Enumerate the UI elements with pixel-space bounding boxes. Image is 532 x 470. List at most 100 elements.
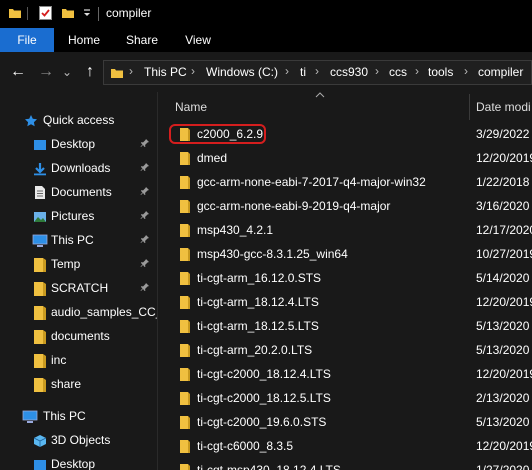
table-row[interactable]: ti-cgt-c6000_8.3.5 12/20/2019: [157, 434, 532, 458]
pin-icon: [140, 162, 150, 175]
tab-home[interactable]: Home: [56, 28, 112, 52]
properties-icon[interactable]: [38, 5, 54, 24]
date-modified: 3/16/2020: [476, 199, 530, 213]
date-modified: 12/17/2020: [476, 223, 532, 237]
back-button[interactable]: ←: [8, 62, 28, 82]
navigation-bar: ← → ⌄ ↑ › This PC › Windows (C:) › ti › …: [0, 52, 532, 92]
forward-arrow-icon: →: [38, 63, 54, 80]
sidebar-item-share[interactable]: share: [0, 373, 157, 397]
date-modified: 12/20/2019: [476, 439, 532, 453]
breadcrumb-tools[interactable]: tools: [428, 65, 453, 79]
breadcrumb-this-pc[interactable]: This PC: [144, 65, 187, 79]
date-modified: 1/27/2020: [476, 463, 530, 470]
breadcrumb-ccs[interactable]: ccs: [389, 65, 407, 79]
sidebar-item-this-pc-pinned[interactable]: This PC: [0, 229, 157, 253]
table-row[interactable]: ti-cgt-arm_18.12.5.LTS 5/13/2020: [157, 314, 532, 338]
column-date-modified[interactable]: Date modi: [476, 100, 531, 114]
file-name: ti-cgt-arm_18.12.5.LTS: [197, 319, 319, 333]
pin-icon: [140, 138, 150, 151]
folder-icon: [179, 343, 191, 361]
file-name: ti-cgt-c2000_18.12.4.LTS: [197, 367, 331, 381]
table-row[interactable]: gcc-arm-none-eabi-9-2019-q4-major 3/16/20…: [157, 194, 532, 218]
breadcrumb-compiler[interactable]: compiler: [478, 65, 523, 79]
sidebar-item-audio-samples[interactable]: audio_samples_CC_: [0, 301, 162, 325]
breadcrumb-separator: ›: [464, 64, 468, 78]
forward-button[interactable]: →: [36, 62, 56, 82]
folder-icon: [179, 151, 191, 169]
breadcrumb-separator: ›: [129, 64, 133, 78]
date-modified: 12/20/2019: [476, 151, 532, 165]
sidebar-item-label: Pictures: [51, 209, 95, 223]
sidebar-item-pictures[interactable]: Pictures: [0, 205, 157, 229]
recent-locations-button[interactable]: ⌄: [60, 62, 74, 82]
up-arrow-icon: ↑: [86, 63, 94, 80]
sidebar-item-label: Documents: [51, 185, 112, 199]
sidebar-item-label: This PC: [43, 409, 86, 423]
table-row[interactable]: dmed 12/20/2019: [157, 146, 532, 170]
date-modified: 12/20/2019: [476, 367, 532, 381]
sidebar-item-downloads[interactable]: Downloads: [0, 157, 157, 181]
desktop-icon: [33, 458, 47, 470]
folder-icon: [179, 199, 191, 217]
sidebar-item-inc[interactable]: inc: [0, 349, 157, 373]
star-icon: [24, 114, 38, 131]
table-row[interactable]: ti-cgt-arm_20.2.0.LTS 5/13/2020: [157, 338, 532, 362]
folder-icon: [179, 415, 191, 433]
column-name[interactable]: Name: [175, 100, 207, 114]
file-name: dmed: [197, 151, 228, 165]
address-bar[interactable]: › This PC › Windows (C:) › ti › ccs930 ›…: [103, 60, 532, 85]
file-name: gcc-arm-none-eabi-7-2017-q4-major-win32: [197, 175, 426, 189]
folder-icon: [179, 247, 191, 265]
up-button[interactable]: ↑: [80, 62, 100, 82]
date-modified: 3/29/2022: [476, 127, 530, 141]
new-folder-icon[interactable]: [61, 6, 75, 23]
sidebar-item-label: Desktop: [51, 457, 96, 470]
folder-icon: [33, 329, 47, 348]
tab-share[interactable]: Share: [114, 28, 170, 52]
sidebar-item-documents-folder[interactable]: documents: [0, 325, 157, 349]
customize-toolbar-icon[interactable]: [82, 6, 92, 23]
window-title: compiler: [106, 6, 152, 20]
pin-icon: [140, 234, 150, 247]
file-name: msp430-gcc-8.3.1.25_win64: [197, 247, 348, 261]
breadcrumb-ti[interactable]: ti: [300, 65, 306, 79]
navigation-pane: Quick access Desktop Downloads Documents…: [0, 92, 162, 470]
folder-icon: [179, 367, 191, 385]
breadcrumb-ccs930[interactable]: ccs930: [330, 65, 368, 79]
table-row[interactable]: ti-cgt-arm_16.12.0.STS 5/14/2020: [157, 266, 532, 290]
file-name: ti-cgt-arm_18.12.4.LTS: [197, 295, 319, 309]
table-row[interactable]: ti-cgt-c2000_18.12.4.LTS 12/20/2019: [157, 362, 532, 386]
sidebar-item-quick-access[interactable]: Quick access: [0, 109, 157, 133]
chevron-down-icon: ⌄: [61, 65, 73, 79]
date-modified: 5/13/2020: [476, 415, 530, 429]
sidebar-item-desktop-pc[interactable]: Desktop: [0, 453, 157, 470]
tab-view[interactable]: View: [170, 28, 226, 52]
folder-icon: [33, 377, 47, 396]
sidebar-item-this-pc[interactable]: This PC: [0, 405, 157, 429]
table-row[interactable]: ti-cgt-arm_18.12.4.LTS 12/20/2019: [157, 290, 532, 314]
table-row[interactable]: c2000_6.2.9 3/29/2022: [157, 122, 532, 146]
sidebar-item-3d-objects[interactable]: 3D Objects: [0, 429, 157, 453]
sidebar-item-desktop[interactable]: Desktop: [0, 133, 157, 157]
sidebar-item-temp[interactable]: Temp: [0, 253, 157, 277]
sidebar-item-documents[interactable]: Documents: [0, 181, 157, 205]
breadcrumb-separator: ›: [375, 64, 379, 78]
table-row[interactable]: gcc-arm-none-eabi-7-2017-q4-major-win32 1…: [157, 170, 532, 194]
table-row[interactable]: ti-cgt-msp430_18.12.4.LTS 1/27/2020: [157, 458, 532, 470]
table-row[interactable]: ti-cgt-c2000_19.6.0.STS 5/13/2020: [157, 410, 532, 434]
column-divider[interactable]: [469, 94, 470, 120]
title-bar: compiler: [0, 0, 532, 28]
pin-icon: [140, 210, 150, 223]
breadcrumb-windows-c[interactable]: Windows (C:): [206, 65, 278, 79]
table-row[interactable]: msp430-gcc-8.3.1.25_win64 10/27/2019: [157, 242, 532, 266]
sidebar-item-scratch[interactable]: SCRATCH: [0, 277, 157, 301]
tab-file[interactable]: File: [0, 28, 54, 52]
date-modified: 5/13/2020: [476, 319, 530, 333]
pin-icon: [140, 282, 150, 295]
sidebar-item-label: 3D Objects: [51, 433, 111, 447]
table-row[interactable]: ti-cgt-c2000_18.12.5.LTS 2/13/2020: [157, 386, 532, 410]
sidebar-item-label: Quick access: [43, 113, 115, 127]
folder-icon: [179, 223, 191, 241]
file-name: ti-cgt-c6000_8.3.5: [197, 439, 294, 453]
table-row[interactable]: msp430_4.2.1 12/17/2020: [157, 218, 532, 242]
